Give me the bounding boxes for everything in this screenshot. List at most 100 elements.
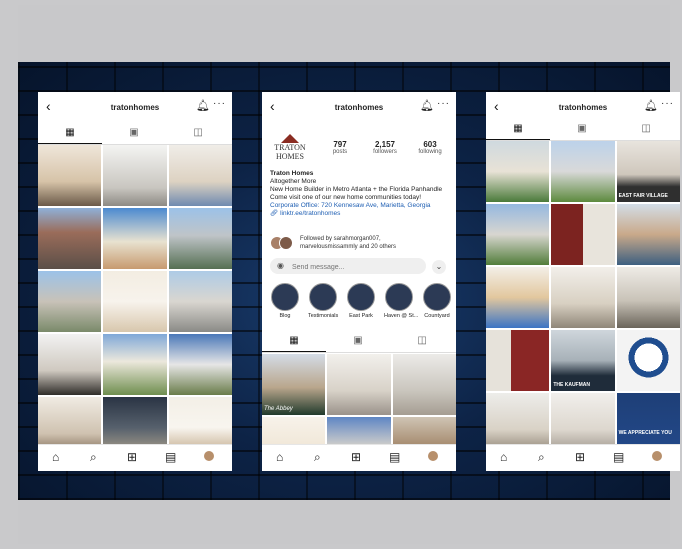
chevron-down-icon[interactable]: ⌄ (432, 260, 446, 274)
highlight-haven[interactable]: Haven @ St... (384, 283, 419, 319)
followers-stat[interactable]: 2,157 followers (365, 140, 405, 155)
camera-icon[interactable]: ◉ (277, 261, 284, 270)
highlight-countyard[interactable]: Countyard (422, 283, 452, 319)
post-thumbnail[interactable] (392, 354, 456, 415)
grid-icon[interactable]: ▦ (38, 127, 103, 144)
post-thumbnail[interactable] (486, 330, 550, 391)
bell-icon[interactable]: 🔔︎ (196, 99, 210, 112)
following-count: 603 (423, 140, 437, 149)
bottom-nav: ⌂ ⌕ ⊞ ▤ (38, 444, 232, 471)
bottom-nav: ⌂ ⌕ ⊞ ▤ (262, 444, 456, 471)
home-icon[interactable]: ⌂ (500, 450, 507, 464)
bio-link-text: linktr.ee/tratonhomes (280, 210, 341, 217)
bio-cta: Come visit one of our new home communiti… (270, 194, 422, 201)
highlight-east-park[interactable]: East Park (346, 283, 376, 319)
reels-icon[interactable]: ▣ (326, 335, 390, 346)
profile-avatar[interactable] (652, 450, 662, 464)
add-icon[interactable]: ⊞ (351, 450, 361, 464)
logo-name: TRATON HOMES (274, 143, 306, 161)
following-stat[interactable]: 603 following (410, 140, 450, 155)
profile-avatar[interactable] (204, 450, 214, 464)
posts-stat[interactable]: 797 posts (320, 140, 360, 155)
profile-logo[interactable]: TRATON HOMES (270, 134, 310, 174)
shop-icon[interactable]: ▤ (613, 450, 624, 464)
post-thumbnail[interactable] (38, 208, 102, 269)
highlight-testimonials[interactable]: Testimonials (308, 283, 338, 319)
post-thumbnail[interactable] (486, 204, 550, 265)
tagged-icon[interactable]: ◫ (390, 335, 454, 346)
top-band (18, 5, 670, 62)
post-thumbnail[interactable] (551, 141, 615, 202)
highlight-ring (271, 283, 299, 311)
highlight-blog[interactable]: Blog (270, 283, 300, 319)
bell-icon[interactable]: 🔔︎ (420, 99, 434, 112)
post-grid: EAST FAIR VILLAGE THE KAUFMAN WE APPRECI… (486, 141, 680, 454)
profile-bio: Traton Homes Altogether More New Home Bu… (270, 170, 450, 218)
add-icon[interactable]: ⊞ (127, 450, 137, 464)
search-icon[interactable]: ⌕ (538, 450, 545, 465)
followed-by-text: Followed by sarahmorgan007, (300, 236, 381, 242)
home-icon[interactable]: ⌂ (52, 450, 59, 464)
post-thumbnail[interactable] (103, 145, 167, 206)
posts-count: 797 (333, 140, 347, 149)
grid-icon[interactable]: ▦ (486, 123, 551, 140)
more-icon[interactable]: ··· (213, 98, 226, 109)
post-thumbnail[interactable] (168, 334, 232, 395)
message-input[interactable] (290, 260, 414, 274)
bell-icon[interactable]: 🔔︎ (644, 99, 658, 112)
post-label: The Abbey (264, 406, 293, 412)
add-icon[interactable]: ⊞ (575, 450, 585, 464)
highlight-label: Haven @ St... (384, 313, 419, 319)
post-thumbnail[interactable]: EAST FAIR VILLAGE (616, 141, 680, 202)
followers-count: 2,157 (374, 140, 396, 149)
grid-icon[interactable]: ▦ (262, 335, 327, 352)
followers-label: followers (373, 149, 397, 155)
more-icon[interactable]: ··· (661, 98, 674, 109)
link-icon: 🔗︎ (270, 210, 281, 217)
post-thumbnail[interactable] (486, 141, 550, 202)
post-thumbnail[interactable] (486, 267, 550, 328)
home-icon[interactable]: ⌂ (276, 450, 283, 464)
post-thumbnail[interactable] (103, 334, 167, 395)
bio-description: New Home Builder in Metro Atlanta + the … (270, 186, 443, 193)
highlight-ring (347, 283, 375, 311)
post-thumbnail[interactable] (38, 271, 102, 332)
bio-address[interactable]: Corporate Office: 720 Kennesaw Ave, Mari… (270, 202, 450, 210)
following-label: following (418, 149, 442, 155)
reels-icon[interactable]: ▣ (102, 127, 166, 138)
post-thumbnail[interactable]: THE KAUFMAN (551, 330, 615, 391)
post-thumbnail[interactable] (616, 330, 680, 391)
post-thumbnail[interactable] (103, 271, 167, 332)
followed-by[interactable]: Followed by sarahmorgan007, marvelousmis… (270, 234, 450, 254)
shop-icon[interactable]: ▤ (389, 450, 400, 464)
post-thumbnail[interactable] (168, 271, 232, 332)
bio-link[interactable]: 🔗︎ linktr.ee/tratonhomes (270, 210, 450, 218)
highlight-label: Countyard (424, 313, 450, 319)
tagged-icon[interactable]: ◫ (614, 123, 678, 134)
profile-header: ‹ tratonhomes 🔔︎ ··· (262, 92, 456, 122)
post-thumbnail[interactable] (168, 145, 232, 206)
post-thumbnail[interactable] (38, 145, 102, 206)
post-thumbnail[interactable] (551, 267, 615, 328)
post-thumbnail[interactable] (38, 334, 102, 395)
post-thumbnail[interactable] (103, 208, 167, 269)
post-thumbnail[interactable]: The Abbey (262, 354, 326, 415)
search-icon[interactable]: ⌕ (90, 450, 97, 465)
message-box: ◉ (270, 258, 426, 274)
posts-label: posts (332, 149, 348, 155)
post-thumbnail[interactable] (616, 267, 680, 328)
post-thumbnail[interactable] (551, 204, 615, 265)
post-thumbnail[interactable] (616, 204, 680, 265)
post-thumbnail[interactable] (168, 208, 232, 269)
highlight-label: East Park (349, 313, 373, 319)
search-icon[interactable]: ⌕ (314, 450, 321, 465)
profile-avatar[interactable] (428, 450, 438, 464)
bottom-nav: ⌂ ⌕ ⊞ ▤ (486, 444, 680, 471)
more-icon[interactable]: ··· (437, 98, 450, 109)
post-thumbnail[interactable] (327, 354, 391, 415)
shop-icon[interactable]: ▤ (165, 450, 176, 464)
tagged-icon[interactable]: ◫ (166, 127, 230, 138)
highlight-ring (385, 283, 413, 311)
reels-icon[interactable]: ▣ (550, 123, 614, 134)
post-label: WE APPRECIATE YOU (618, 430, 672, 436)
